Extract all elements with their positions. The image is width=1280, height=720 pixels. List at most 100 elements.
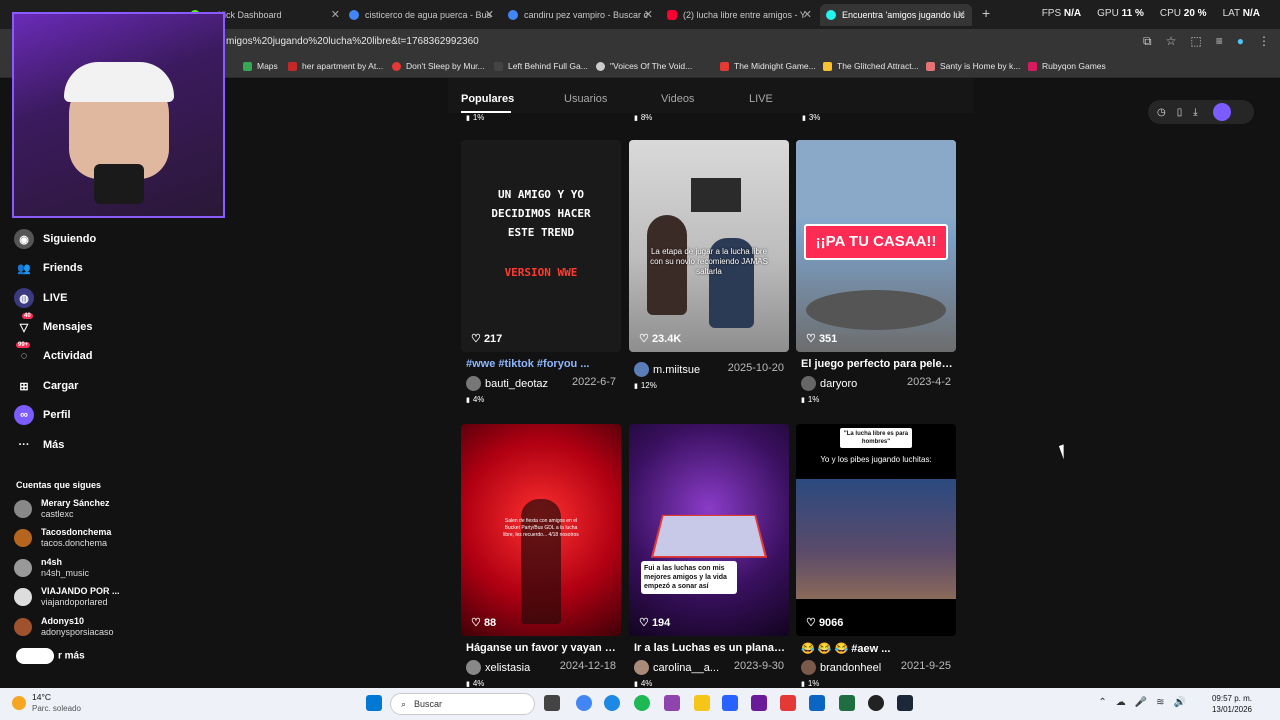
taskbar-clock[interactable]: 09:57 p. m. 13/01/2026 <box>1212 693 1252 715</box>
see-more-label: r más <box>58 650 85 662</box>
bookmark-item[interactable]: Don't Sleep by Mur... <box>392 61 485 71</box>
video-caption[interactable]: El juego perfecto para pelear... <box>801 358 953 370</box>
video-caption[interactable]: Háganse un favor y vayan a l... <box>466 642 618 654</box>
bookmark-item[interactable]: The Glitched Attract... <box>823 61 919 71</box>
reading-list-icon[interactable]: ≡ <box>1216 34 1223 49</box>
followed-account[interactable]: Merary Sánchez castlexc <box>14 498 110 520</box>
nav-siguiendo[interactable]: ◉ Siguiendo <box>14 228 96 250</box>
nav-mas[interactable]: ··· Más <box>14 434 65 456</box>
nav-live[interactable]: ◍ LIVE <box>14 287 67 309</box>
followed-account[interactable]: n4sh n4sh_music <box>14 557 89 579</box>
chrome-icon[interactable] <box>576 695 592 711</box>
top-stat-2: 8% <box>634 113 653 122</box>
excel-icon[interactable] <box>839 695 855 711</box>
task-view-icon[interactable] <box>544 695 560 711</box>
account-handle: n4sh_music <box>41 568 90 578</box>
video-thumbnail[interactable]: Salen de fiesta con amigos en el Bucket … <box>461 424 621 636</box>
volume-icon[interactable]: 🔊 <box>1174 697 1186 708</box>
tv-shape <box>691 178 741 212</box>
edge-icon[interactable] <box>604 695 620 711</box>
video-author[interactable]: bauti_deotaz <box>466 376 548 391</box>
file-explorer-icon[interactable] <box>694 695 710 711</box>
close-tab-icon[interactable]: ✕ <box>803 8 812 21</box>
bookmark-label: Left Behind Full Ga... <box>508 61 588 71</box>
video-thumbnail[interactable]: UN AMIGO Y YO DECIDIMOS HACER ESTE TREND… <box>461 140 621 352</box>
new-tab-icon[interactable]: + <box>982 5 990 21</box>
download-icon[interactable]: ⤓ <box>1193 107 1197 118</box>
tab-search-candiru[interactable]: candiru pez vampiro - Buscar c ✕ <box>508 4 653 26</box>
tab-live[interactable]: LIVE <box>749 93 773 105</box>
bookmark-item[interactable]: The Midnight Game... <box>720 61 816 71</box>
tiktok-profile-icon[interactable] <box>1212 103 1231 121</box>
following-avatar-icon: ◉ <box>14 229 34 249</box>
profile-avatar-icon[interactable]: ● <box>1237 34 1244 49</box>
bookmark-star-icon[interactable]: ☆ <box>1166 34 1177 49</box>
video-thumbnail[interactable]: ¡¡PA TU CASAA!! <box>796 140 956 352</box>
video-thumbnail[interactable]: "La lucha libre es para hombres" Yo y lo… <box>796 424 956 636</box>
history-icon[interactable]: ◷ <box>1157 107 1166 118</box>
search-tabs: Populares Usuarios Videos LIVE <box>448 78 973 113</box>
close-tab-icon[interactable]: ✕ <box>331 8 340 21</box>
bookmark-item[interactable]: her apartment by At... <box>288 61 383 71</box>
heart-icon: ♡ <box>806 617 816 629</box>
bookmark-item[interactable]: Maps <box>243 61 278 71</box>
tab-search-cisticerco[interactable]: cisticerco de agua puerca - Bus ✕ <box>349 4 494 26</box>
screen: Kick Dashboard ✕ cisticerco de agua puer… <box>0 0 1280 720</box>
outlook-icon[interactable] <box>809 695 825 711</box>
tab-videos[interactable]: Videos <box>661 93 694 105</box>
video-author[interactable]: xelistasia <box>466 660 530 675</box>
video-author[interactable]: m.miitsue <box>634 362 700 377</box>
video-caption[interactable]: #wwe #tiktok #foryou ... <box>466 358 618 370</box>
cast-icon[interactable]: ⧉ <box>1143 34 1152 49</box>
video-thumbnail[interactable]: La etapa de jugar a la lucha libre con s… <box>629 140 789 352</box>
table-shape <box>806 290 946 330</box>
extensions-icon[interactable]: ⬚ <box>1190 34 1201 49</box>
wifi-icon[interactable]: ≋ <box>1156 697 1164 708</box>
account-name: Tacosdonchema <box>41 527 112 537</box>
video-caption[interactable]: Ir a las Luchas es un planazo... <box>634 642 786 654</box>
app-icon[interactable] <box>751 695 767 711</box>
youtube-icon[interactable] <box>780 695 796 711</box>
close-tab-icon[interactable]: ✕ <box>644 8 653 21</box>
followed-account[interactable]: VIAJANDO POR ... viajandoporlared <box>14 586 120 608</box>
video-caption[interactable]: 😂 😂 😂 #aew ... <box>801 642 953 655</box>
followed-account[interactable]: Tacosdonchema tacos.donchema <box>14 527 111 549</box>
steam-icon[interactable] <box>897 695 913 711</box>
bookmark-item[interactable]: Left Behind Full Ga... <box>494 61 588 71</box>
see-more-link[interactable]: r más <box>16 648 85 664</box>
nav-friends[interactable]: 👥 Friends <box>14 257 83 279</box>
tab-tiktok-active[interactable]: Encuentra 'amigos jugando luc ✕ <box>820 4 972 26</box>
device-icon[interactable]: ▯ <box>1177 107 1183 118</box>
tab-youtube[interactable]: (2) lucha libre entre amigos - Y ✕ <box>667 4 812 26</box>
chevron-up-icon[interactable]: ⌃ <box>1098 697 1106 708</box>
followed-account[interactable]: Adonys10 adonysporsiacaso <box>14 616 114 638</box>
tab-populares[interactable]: Populares <box>461 93 514 105</box>
url-field[interactable]: migos%20jugando%20lucha%20libre&t=176836… <box>226 36 479 47</box>
spotify-icon[interactable] <box>634 695 650 711</box>
close-tab-icon[interactable]: ✕ <box>957 8 966 21</box>
close-tab-icon[interactable]: ✕ <box>485 8 494 21</box>
bookmark-item[interactable]: Rubyqon Games <box>1028 61 1106 71</box>
video-author[interactable]: daryoro <box>801 376 857 391</box>
menu-kebab-icon[interactable]: ⋮ <box>1258 34 1270 49</box>
avatar <box>801 660 816 675</box>
bookmark-item[interactable]: Santy is Home by k... <box>926 61 1020 71</box>
video-author[interactable]: brandonheel <box>801 660 881 675</box>
tab-usuarios[interactable]: Usuarios <box>564 93 607 105</box>
taskbar-search[interactable]: ⌕ Buscar <box>390 693 535 715</box>
nav-actividad[interactable]: ◌ Actividad 99+ <box>14 342 93 367</box>
obs-icon[interactable] <box>868 695 884 711</box>
nav-cargar[interactable]: ⊞ Cargar <box>14 375 78 397</box>
mic-icon[interactable]: 🎤 <box>1135 697 1147 708</box>
weather-widget[interactable]: 14°C Parc. soleado <box>12 692 81 714</box>
video-author[interactable]: carolina__a... <box>634 660 719 675</box>
nav-perfil[interactable]: ∞ Perfil <box>14 404 71 426</box>
windows-start-icon[interactable] <box>366 695 382 711</box>
cloud-icon[interactable]: ☁ <box>1116 697 1126 708</box>
bookmark-item[interactable]: "Voices Of The Void... <box>596 61 692 71</box>
nav-mensajes[interactable]: ▽ Mensajes 40 <box>14 313 93 338</box>
store-icon[interactable] <box>722 695 738 711</box>
video-thumbnail[interactable]: Fui a las luchas con mis mejores amigos … <box>629 424 789 636</box>
video-date: 2021-9-25 <box>900 660 951 672</box>
copilot-icon[interactable] <box>664 695 680 711</box>
